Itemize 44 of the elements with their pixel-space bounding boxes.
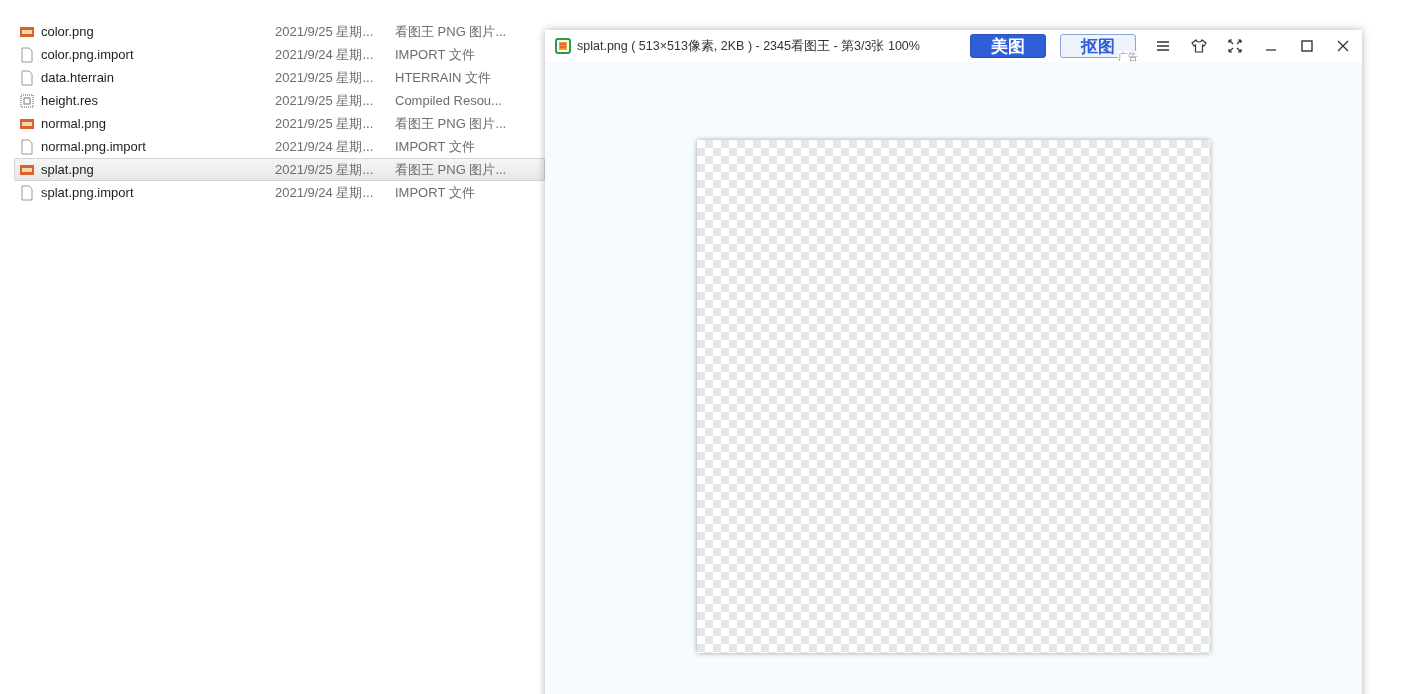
file-type: IMPORT 文件 (395, 183, 475, 202)
file-type: Compiled Resou... (395, 93, 502, 108)
file-name: color.png.import (41, 47, 135, 62)
file-type: 看图王 PNG 图片... (395, 114, 507, 133)
file-name: height.res (41, 93, 100, 108)
file-date: 2021/9/24 星期... (275, 45, 375, 64)
file-date: 2021/9/24 星期... (275, 183, 375, 202)
file-name: splat.png (41, 162, 95, 177)
maximize-icon[interactable] (1298, 37, 1316, 55)
resource-file-icon (19, 92, 35, 109)
file-date: 2021/9/25 星期... (275, 68, 375, 87)
app-logo-icon (555, 38, 571, 54)
file-name: splat.png.import (41, 185, 135, 200)
file-date: 2021/9/24 星期... (275, 137, 375, 156)
file-row[interactable]: splat.png.import 2021/9/24 星期... IMPORT 文件 (14, 181, 545, 204)
file-name: normal.png (41, 116, 108, 131)
file-name: color.png (41, 24, 95, 39)
file-row[interactable]: normal.png 2021/9/25 星期... 看图王 PNG 图片... (14, 112, 545, 135)
file-icon (19, 46, 35, 63)
file-icon (19, 69, 35, 86)
file-date: 2021/9/25 星期... (275, 91, 375, 110)
file-row[interactable]: color.png 2021/9/25 星期... 看图王 PNG 图片... (14, 20, 545, 43)
ad-label: 广告 (1118, 51, 1138, 62)
file-row[interactable]: splat.png 2021/9/25 星期... 看图王 PNG 图片... (14, 158, 545, 181)
shirt-icon[interactable] (1190, 37, 1208, 55)
window-title: splat.png ( 513×513像素, 2KB ) - 2345看图王 - 第3/3张 100% (577, 37, 921, 55)
file-row[interactable]: data.hterrain 2021/9/25 星期... HTERRAIN 文件 (14, 66, 545, 89)
file-type: IMPORT 文件 (395, 45, 475, 64)
file-name: data.hterrain (41, 70, 115, 85)
fullscreen-icon[interactable] (1226, 37, 1244, 55)
file-date: 2021/9/25 星期... (275, 22, 375, 41)
file-type: 看图王 PNG 图片... (395, 22, 507, 41)
file-type: 看图王 PNG 图片... (395, 160, 507, 179)
file-type: IMPORT 文件 (395, 137, 475, 156)
file-name: normal.png.import (41, 139, 147, 154)
file-row[interactable]: height.res 2021/9/25 星期... Compiled Resou... (14, 89, 545, 112)
file-icon (19, 138, 35, 155)
file-date: 2021/9/25 星期... (275, 160, 375, 179)
file-type: HTERRAIN 文件 (395, 68, 492, 87)
file-date: 2021/9/25 星期... (275, 114, 375, 133)
file-row[interactable]: color.png.import 2021/9/24 星期... IMPORT 文件 (14, 43, 545, 66)
beautify-button[interactable]: 美图 (970, 34, 1046, 58)
file-row[interactable]: normal.png.import 2021/9/24 星期... IMPORT 文件 (14, 135, 545, 158)
file-icon (19, 184, 35, 201)
